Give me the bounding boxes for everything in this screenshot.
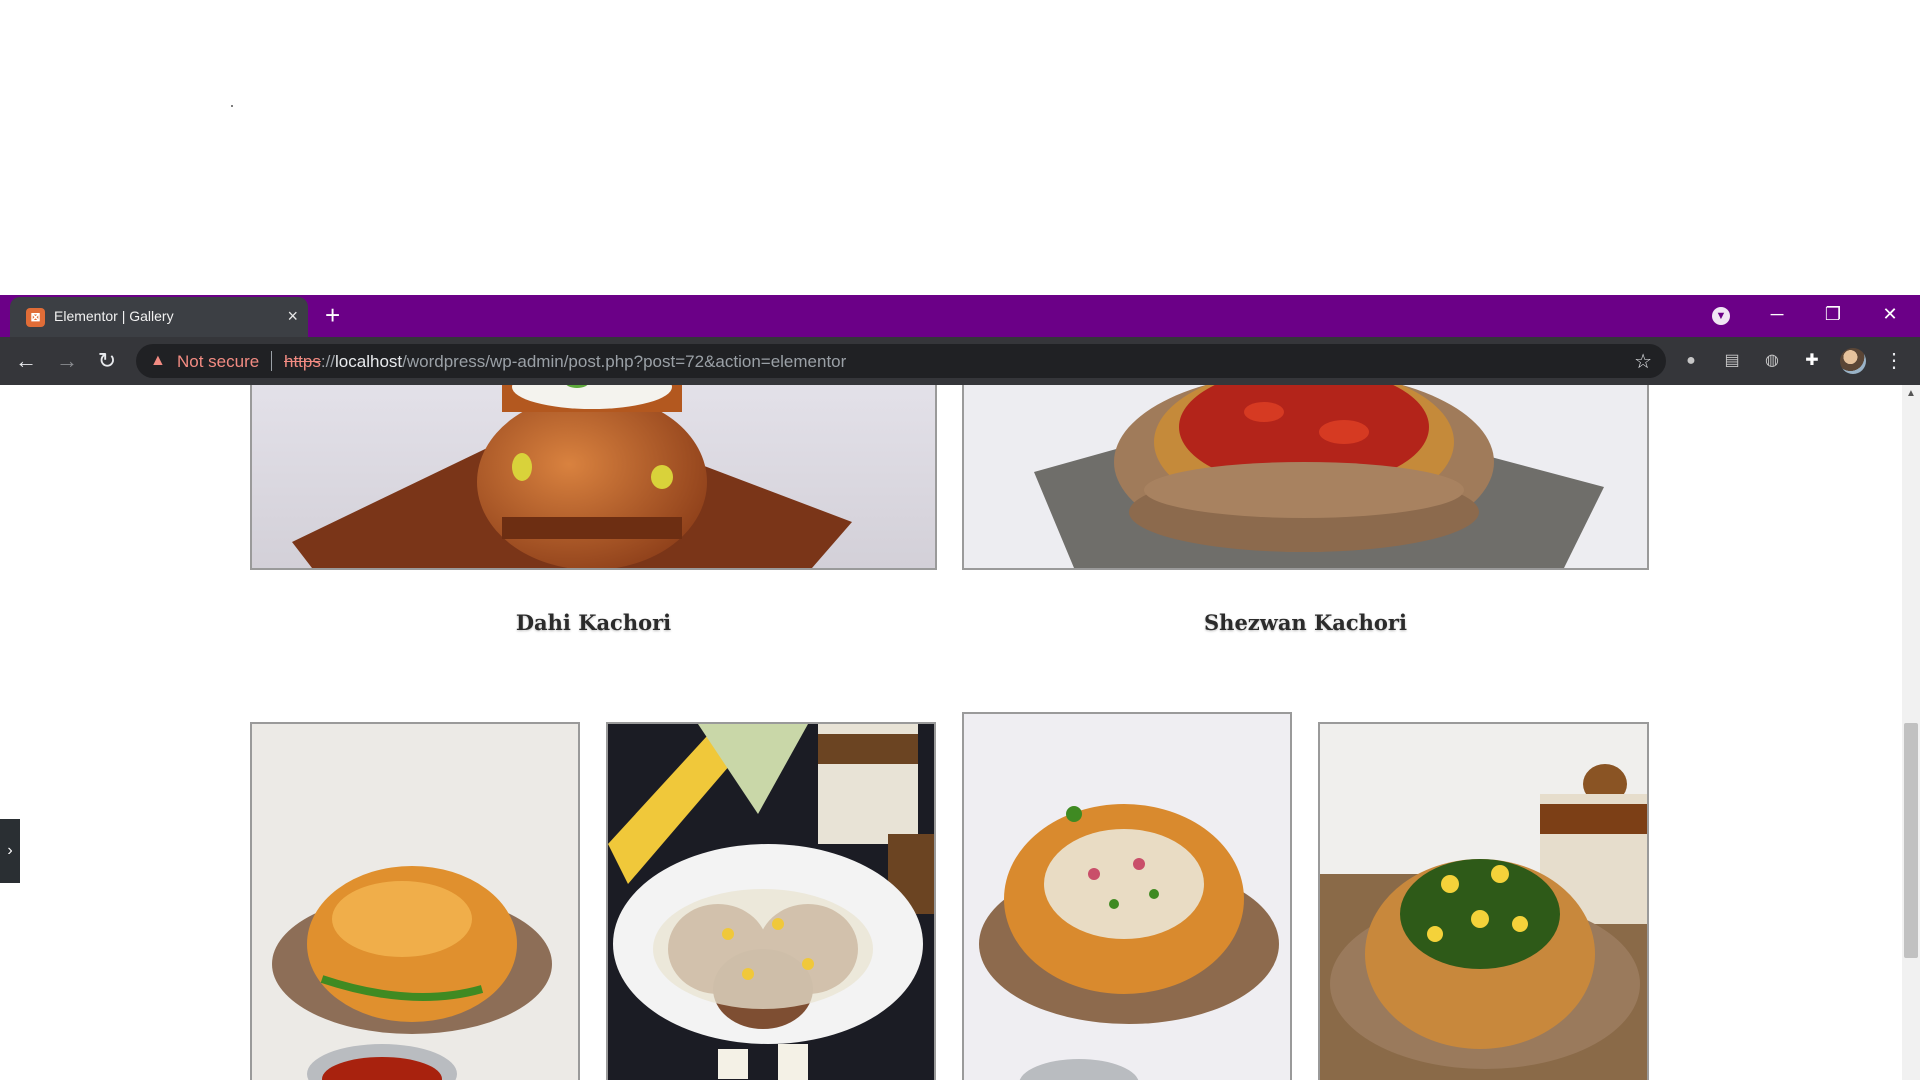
close-tab-icon[interactable]: × bbox=[287, 305, 298, 327]
bookmark-star-icon[interactable]: ☆ bbox=[1634, 349, 1652, 374]
url-host: localhost bbox=[335, 352, 403, 371]
profile-avatar[interactable] bbox=[1840, 348, 1866, 374]
forward-icon[interactable]: → bbox=[53, 347, 81, 375]
address-divider bbox=[271, 351, 272, 371]
dahi-kachori-image[interactable] bbox=[250, 385, 937, 570]
address-bar[interactable]: ▲ Not secure https://localhost/wordpress… bbox=[136, 344, 1666, 378]
page-viewport: Dahi Kachori Shezwan Kachori › ▲ bbox=[0, 385, 1920, 1080]
caption-dahi-kachori: Dahi Kachori bbox=[515, 610, 672, 635]
corn-cheese-tikki-photo bbox=[608, 724, 934, 1080]
calendar-extension-icon[interactable]: ▤ bbox=[1721, 350, 1743, 372]
tab-search-icon[interactable]: ▼ bbox=[1712, 307, 1730, 325]
browser-toolbar: ← → ↻ ▲ Not secure https://localhost/wor… bbox=[0, 337, 1920, 385]
stuffed-kachori-chaat-photo bbox=[964, 714, 1290, 1080]
tab-title: Elementor | Gallery bbox=[54, 308, 174, 324]
puzzle-extensions-icon[interactable]: ✚ bbox=[1801, 350, 1823, 372]
security-label[interactable]: Not secure bbox=[177, 352, 259, 372]
kachori-with-chutney-photo bbox=[252, 724, 578, 1080]
back-icon[interactable]: ← bbox=[12, 347, 40, 375]
tab-bar: ⊠ Elementor | Gallery × + ▼ ─ ❐ ✕ bbox=[0, 295, 1920, 337]
gallery-image-4[interactable] bbox=[1318, 722, 1649, 1080]
gallery-image-3[interactable] bbox=[962, 712, 1292, 1080]
browser-tab[interactable]: ⊠ Elementor | Gallery × bbox=[10, 297, 308, 337]
shezwan-kachori-image[interactable] bbox=[962, 385, 1649, 570]
robot-extension-icon[interactable]: ◍ bbox=[1761, 350, 1783, 372]
corn-chutney-kachori-photo bbox=[1320, 724, 1647, 1080]
warning-icon: ▲ bbox=[150, 352, 166, 369]
url-text[interactable]: https://localhost/wordpress/wp-admin/pos… bbox=[284, 352, 846, 372]
restore-icon[interactable]: ❐ bbox=[1813, 299, 1853, 329]
close-window-icon[interactable]: ✕ bbox=[1870, 299, 1910, 329]
dahi-kachori-photo bbox=[252, 385, 935, 568]
new-tab-button[interactable]: + bbox=[325, 300, 340, 330]
minimize-icon[interactable]: ─ bbox=[1757, 299, 1797, 329]
shezwan-kachori-photo bbox=[964, 385, 1647, 568]
elementor-favicon-icon: ⊠ bbox=[26, 308, 45, 327]
caption-shezwan-kachori: Shezwan Kachori bbox=[1204, 610, 1407, 635]
extension-icon[interactable]: ● bbox=[1680, 350, 1702, 372]
browser-menu-icon[interactable]: ⋮ bbox=[1884, 347, 1904, 375]
url-path: /wordpress/wp-admin/post.php?post=72&act… bbox=[402, 352, 847, 371]
scroll-up-arrow-icon[interactable]: ▲ bbox=[1902, 385, 1920, 403]
reload-icon[interactable]: ↻ bbox=[93, 347, 121, 375]
page-scrollbar[interactable]: ▲ bbox=[1902, 385, 1920, 1080]
gallery-image-1[interactable] bbox=[250, 722, 580, 1080]
scroll-thumb[interactable] bbox=[1904, 723, 1918, 958]
elementor-panel-toggle[interactable]: › bbox=[0, 819, 20, 883]
url-scheme: https bbox=[284, 352, 321, 371]
url-separator: :// bbox=[320, 352, 336, 371]
gallery-image-2[interactable] bbox=[606, 722, 936, 1080]
stray-dot bbox=[231, 105, 233, 107]
